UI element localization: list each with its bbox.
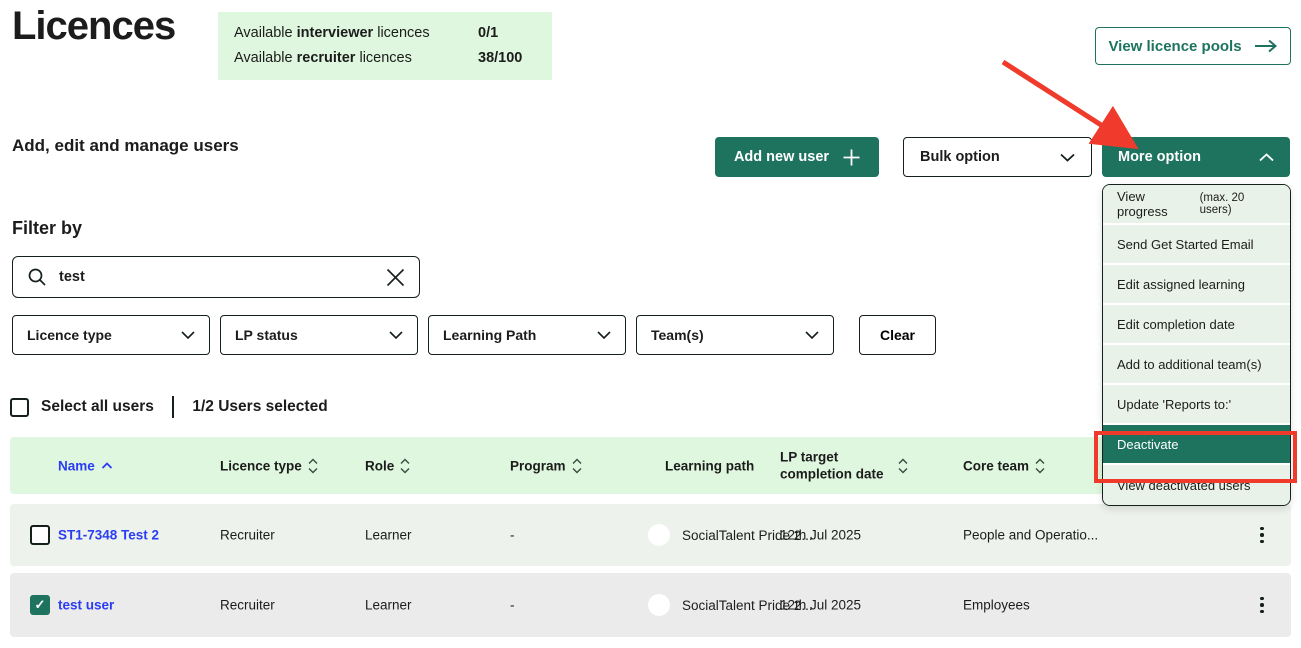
- recruiter-licences-row: Available recruiter licences 38/100: [234, 48, 536, 69]
- sort-asc-icon: [101, 462, 113, 470]
- bulk-option-dropdown[interactable]: Bulk option: [903, 137, 1092, 177]
- sort-icon: [572, 458, 582, 473]
- select-all-label: Select all users: [41, 398, 154, 416]
- interviewer-licences-value: 0/1: [478, 23, 536, 44]
- filter-by-heading: Filter by: [12, 218, 82, 239]
- menu-item-send-get-started-email[interactable]: Send Get Started Email: [1103, 225, 1290, 265]
- table-row: ST1-7348 Test 2 Recruiter Learner - Soci…: [10, 504, 1291, 566]
- user-name-link[interactable]: test user: [58, 598, 114, 613]
- arrow-right-icon: [1254, 39, 1278, 53]
- core-team-cell: People and Operatio...: [963, 528, 1098, 543]
- table-row: ✓ test user Recruiter Learner - SocialTa…: [10, 573, 1291, 637]
- divider: [172, 396, 175, 418]
- column-header-name[interactable]: Name: [58, 458, 113, 473]
- learning-path-filter[interactable]: Learning Path: [428, 315, 626, 355]
- menu-item-edit-completion-date[interactable]: Edit completion date: [1103, 305, 1290, 345]
- menu-item-update-reports-to[interactable]: Update 'Reports to:': [1103, 385, 1290, 425]
- licence-type-cell: Recruiter: [220, 598, 275, 613]
- licence-type-cell: Recruiter: [220, 528, 275, 543]
- chevron-down-icon: [805, 331, 819, 339]
- clear-search-icon[interactable]: [386, 268, 405, 287]
- search-input[interactable]: [59, 269, 374, 285]
- row-actions-kebab-icon[interactable]: [1250, 520, 1274, 550]
- add-new-user-button[interactable]: Add new user: [715, 137, 879, 177]
- progress-circle-icon: [648, 524, 670, 546]
- progress-circle-icon: [648, 594, 670, 616]
- chevron-down-icon: [1060, 153, 1075, 162]
- column-header-core-team[interactable]: Core team: [963, 458, 1045, 473]
- recruiter-licences-value: 38/100: [478, 48, 536, 69]
- column-header-program[interactable]: Program: [510, 458, 582, 473]
- licences-page: Licences Available interviewer licences …: [0, 0, 1301, 648]
- teams-filter[interactable]: Team(s): [636, 315, 834, 355]
- users-selected-count: 1/2 Users selected: [192, 398, 327, 416]
- column-header-licence-type[interactable]: Licence type: [220, 458, 318, 473]
- row-checkbox[interactable]: ✓: [30, 595, 50, 615]
- core-team-cell: Employees: [963, 598, 1030, 613]
- column-header-learning-path[interactable]: Learning path: [665, 458, 754, 473]
- selection-bar: Select all users 1/2 Users selected: [10, 396, 328, 418]
- licence-summary: Available interviewer licences 0/1 Avail…: [218, 12, 552, 80]
- menu-item-add-to-additional-teams[interactable]: Add to additional team(s): [1103, 345, 1290, 385]
- select-all-checkbox[interactable]: [10, 398, 29, 417]
- lp-target-date-cell: 12th Jul 2025: [780, 598, 861, 613]
- chevron-down-icon: [389, 331, 403, 339]
- menu-item-edit-assigned-learning[interactable]: Edit assigned learning: [1103, 265, 1290, 305]
- sort-icon: [898, 458, 908, 473]
- more-option-dropdown[interactable]: More option: [1102, 137, 1290, 177]
- menu-item-deactivate[interactable]: Deactivate: [1103, 425, 1290, 465]
- recruiter-licences-label: Available recruiter licences: [234, 48, 478, 69]
- user-name-link[interactable]: ST1-7348 Test 2: [58, 528, 159, 543]
- user-search-box[interactable]: [12, 256, 420, 298]
- more-option-menu: View progress (max. 20 users) Send Get S…: [1102, 184, 1291, 506]
- plus-icon: [843, 149, 860, 166]
- lp-target-date-cell: 12th Jul 2025: [780, 528, 861, 543]
- sort-icon: [400, 458, 410, 473]
- chevron-down-icon: [597, 331, 611, 339]
- sort-icon: [1035, 458, 1045, 473]
- licence-type-filter[interactable]: Licence type: [12, 315, 210, 355]
- page-title: Licences: [12, 4, 175, 49]
- sort-icon: [308, 458, 318, 473]
- menu-item-view-progress[interactable]: View progress (max. 20 users): [1103, 185, 1290, 225]
- clear-filters-button[interactable]: Clear: [859, 315, 936, 355]
- chevron-down-icon: [181, 331, 195, 339]
- view-licence-pools-button[interactable]: View licence pools: [1095, 27, 1291, 65]
- chevron-up-icon: [1259, 153, 1274, 162]
- program-cell: -: [510, 598, 515, 613]
- menu-item-view-deactivated-users[interactable]: View deactivated users: [1103, 465, 1290, 505]
- role-cell: Learner: [365, 598, 412, 613]
- row-actions-kebab-icon[interactable]: [1250, 590, 1274, 620]
- lp-status-filter[interactable]: LP status: [220, 315, 418, 355]
- table-header: Name Licence type Role Program Learning …: [10, 437, 1291, 494]
- interviewer-licences-label: Available interviewer licences: [234, 23, 478, 44]
- column-header-lp-target-date[interactable]: LP target completion date: [780, 448, 930, 483]
- interviewer-licences-row: Available interviewer licences 0/1: [234, 23, 536, 44]
- role-cell: Learner: [365, 528, 412, 543]
- search-icon: [27, 267, 47, 287]
- column-header-role[interactable]: Role: [365, 458, 410, 473]
- program-cell: -: [510, 528, 515, 543]
- row-checkbox[interactable]: [30, 525, 50, 545]
- manage-users-heading: Add, edit and manage users: [12, 136, 239, 156]
